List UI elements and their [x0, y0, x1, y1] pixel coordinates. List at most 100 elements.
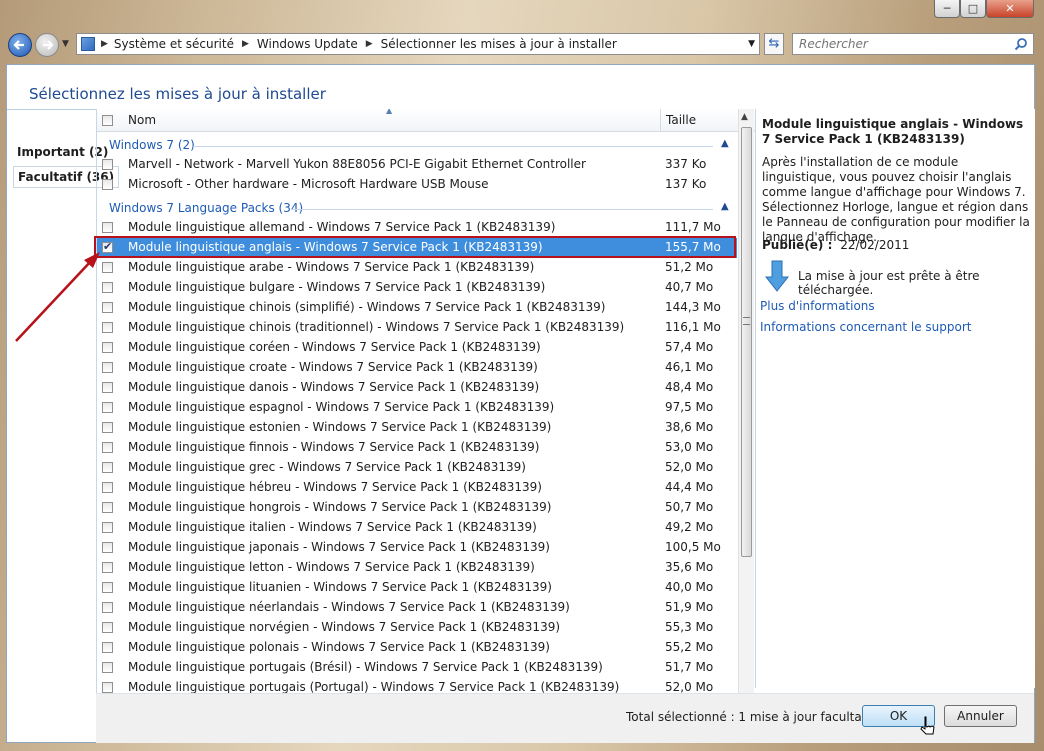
update-checkbox[interactable]	[102, 622, 113, 633]
language-pack-row[interactable]: Module linguistique espagnol - Windows 7…	[97, 398, 737, 418]
update-checkbox[interactable]	[102, 282, 113, 293]
update-checkbox[interactable]	[102, 682, 113, 693]
language-pack-row[interactable]: Module linguistique grec - Windows 7 Ser…	[97, 458, 737, 478]
update-checkbox[interactable]	[102, 502, 113, 513]
update-size: 137 Ko	[665, 177, 707, 191]
support-info-link[interactable]: Informations concernant le support	[760, 320, 971, 334]
group-language-packs-header[interactable]: Windows 7 Language Packs (34)	[109, 201, 303, 215]
forward-button[interactable]	[35, 33, 59, 57]
update-name: Module linguistique portugais (Portugal)…	[128, 680, 620, 694]
update-checkbox[interactable]	[102, 602, 113, 613]
language-pack-row[interactable]: Module linguistique allemand - Windows 7…	[97, 218, 737, 238]
update-size: 40,0 Mo	[665, 580, 714, 594]
crumb-separator-icon[interactable]: ▶	[366, 39, 373, 49]
update-checkbox[interactable]	[102, 342, 113, 353]
refresh-button[interactable]: ⇆	[764, 33, 784, 55]
search-icon[interactable]	[1014, 37, 1028, 51]
column-divider[interactable]	[660, 109, 661, 131]
scroll-thumb[interactable]	[741, 127, 752, 557]
update-name: Module linguistique grec - Windows 7 Ser…	[128, 460, 526, 474]
update-checkbox[interactable]	[102, 582, 113, 593]
update-name: Microsoft - Other hardware - Microsoft H…	[128, 177, 489, 191]
update-name: Module linguistique bulgare - Windows 7 …	[128, 280, 546, 294]
update-checkbox[interactable]	[102, 362, 113, 373]
update-checkbox[interactable]	[102, 522, 113, 533]
control-panel-icon	[81, 37, 95, 51]
update-size: 48,4 Mo	[665, 380, 714, 394]
update-checkbox[interactable]	[102, 642, 113, 653]
update-size: 46,1 Mo	[665, 360, 714, 374]
update-name: Module linguistique allemand - Windows 7…	[128, 220, 556, 234]
breadcrumb-system-security[interactable]: Système et sécurité	[114, 37, 234, 51]
search-box[interactable]	[792, 33, 1034, 55]
maximize-button[interactable]: □	[960, 0, 986, 18]
language-pack-row[interactable]: Module linguistique norvégien - Windows …	[97, 618, 737, 638]
update-checkbox[interactable]	[102, 322, 113, 333]
update-checkbox[interactable]	[102, 302, 113, 313]
recent-pages-dropdown[interactable]: ▼	[62, 39, 69, 49]
language-pack-row[interactable]: Module linguistique lituanien - Windows …	[97, 578, 737, 598]
language-pack-row[interactable]: Module linguistique chinois (simplifié) …	[97, 298, 737, 318]
update-checkbox[interactable]	[102, 562, 113, 573]
language-pack-row[interactable]: Module linguistique hébreu - Windows 7 S…	[97, 478, 737, 498]
column-size[interactable]: Taille	[666, 109, 696, 131]
update-checkbox[interactable]	[102, 542, 113, 553]
language-pack-row[interactable]: Module linguistique italien - Windows 7 …	[97, 518, 737, 538]
scroll-grip-icon	[743, 317, 750, 325]
language-pack-row[interactable]: Module linguistique letton - Windows 7 S…	[97, 558, 737, 578]
language-pack-row[interactable]: Module linguistique polonais - Windows 7…	[97, 638, 737, 658]
collapse-group-icon[interactable]: ▲	[721, 201, 729, 212]
win7-update-row[interactable]: Marvell - Network - Marvell Yukon 88E805…	[97, 155, 737, 175]
language-pack-row[interactable]: Module linguistique japonais - Windows 7…	[97, 538, 737, 558]
language-pack-row[interactable]: Module linguistique finnois - Windows 7 …	[97, 438, 737, 458]
update-checkbox[interactable]	[102, 179, 113, 190]
select-all-checkbox[interactable]	[102, 115, 113, 126]
update-checkbox[interactable]	[102, 442, 113, 453]
group-windows7-header[interactable]: Windows 7 (2)	[109, 138, 195, 152]
address-bar[interactable]: ▶ Système et sécurité ▶ Windows Update ▶…	[76, 33, 760, 55]
update-checkbox[interactable]	[102, 422, 113, 433]
language-pack-row[interactable]: Module linguistique bulgare - Windows 7 …	[97, 278, 737, 298]
update-name: Module linguistique arabe - Windows 7 Se…	[128, 260, 535, 274]
minimize-button[interactable]: ─	[934, 0, 960, 18]
update-checkbox[interactable]	[102, 462, 113, 473]
update-checkbox[interactable]	[102, 222, 113, 233]
update-checkbox[interactable]	[102, 382, 113, 393]
column-name[interactable]: Nom	[128, 109, 156, 131]
update-size: 55,3 Mo	[665, 620, 714, 634]
breadcrumb-windows-update[interactable]: Windows Update	[257, 37, 358, 51]
update-checkbox[interactable]	[102, 262, 113, 273]
collapse-group-icon[interactable]: ▲	[721, 138, 729, 149]
back-button[interactable]	[8, 33, 32, 57]
close-window-button[interactable]: ✕	[986, 0, 1034, 18]
update-checkbox[interactable]	[102, 402, 113, 413]
list-scrollbar[interactable]: ▲ ▼	[738, 109, 754, 737]
win7-update-row[interactable]: Microsoft - Other hardware - Microsoft H…	[97, 175, 737, 195]
update-size: 49,2 Mo	[665, 520, 714, 534]
update-checkbox[interactable]	[102, 159, 113, 170]
language-pack-row[interactable]: Module linguistique chinois (traditionne…	[97, 318, 737, 338]
language-pack-row[interactable]: Module linguistique portugais (Brésil) -…	[97, 658, 737, 678]
language-pack-row[interactable]: Module linguistique croate - Windows 7 S…	[97, 358, 737, 378]
address-dropdown-icon[interactable]: ▼	[748, 39, 755, 49]
language-pack-row[interactable]: Module linguistique coréen - Windows 7 S…	[97, 338, 737, 358]
details-pane: Module linguistique anglais - Windows 7 …	[755, 109, 1035, 688]
crumb-separator-icon[interactable]: ▶	[242, 39, 249, 49]
breadcrumb-select-updates[interactable]: Sélectionner les mises à jour à installe…	[381, 37, 617, 51]
update-name: Module linguistique chinois (simplifié) …	[128, 300, 606, 314]
search-input[interactable]	[799, 36, 1009, 52]
update-name: Module linguistique lituanien - Windows …	[128, 580, 552, 594]
cancel-button[interactable]: Annuler	[944, 705, 1017, 727]
language-pack-row[interactable]: Module linguistique arabe - Windows 7 Se…	[97, 258, 737, 278]
update-size: 52,0 Mo	[665, 680, 714, 694]
tab-important[interactable]: Important (2)	[17, 145, 108, 159]
more-info-link[interactable]: Plus d'informations	[760, 299, 875, 313]
language-pack-row[interactable]: Module linguistique néerlandais - Window…	[97, 598, 737, 618]
language-pack-row[interactable]: Module linguistique danois - Windows 7 S…	[97, 378, 737, 398]
language-pack-row[interactable]: Module linguistique hongrois - Windows 7…	[97, 498, 737, 518]
scroll-up-icon[interactable]: ▲	[741, 112, 748, 122]
crumb-separator-icon[interactable]: ▶	[101, 39, 108, 49]
update-checkbox[interactable]	[102, 482, 113, 493]
language-pack-row[interactable]: Module linguistique estonien - Windows 7…	[97, 418, 737, 438]
update-checkbox[interactable]	[102, 662, 113, 673]
